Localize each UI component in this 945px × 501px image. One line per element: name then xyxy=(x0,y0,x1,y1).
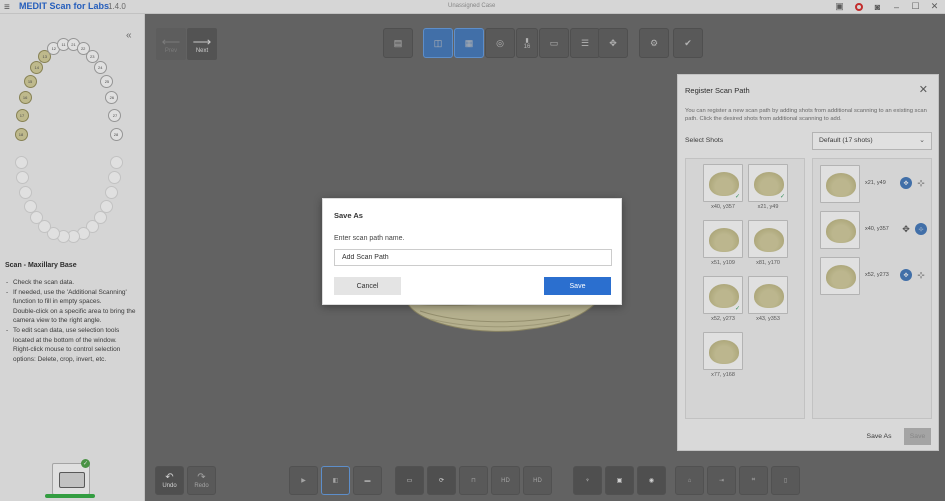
scan-path-name-input[interactable] xyxy=(334,249,612,266)
save-as-dialog: Save As Enter scan path name. Cancel Sav… xyxy=(322,198,622,305)
save-button[interactable]: Save xyxy=(544,277,611,295)
cancel-button[interactable]: Cancel xyxy=(334,277,401,295)
dialog-prompt: Enter scan path name. xyxy=(334,235,405,242)
dialog-title: Save As xyxy=(334,211,363,220)
